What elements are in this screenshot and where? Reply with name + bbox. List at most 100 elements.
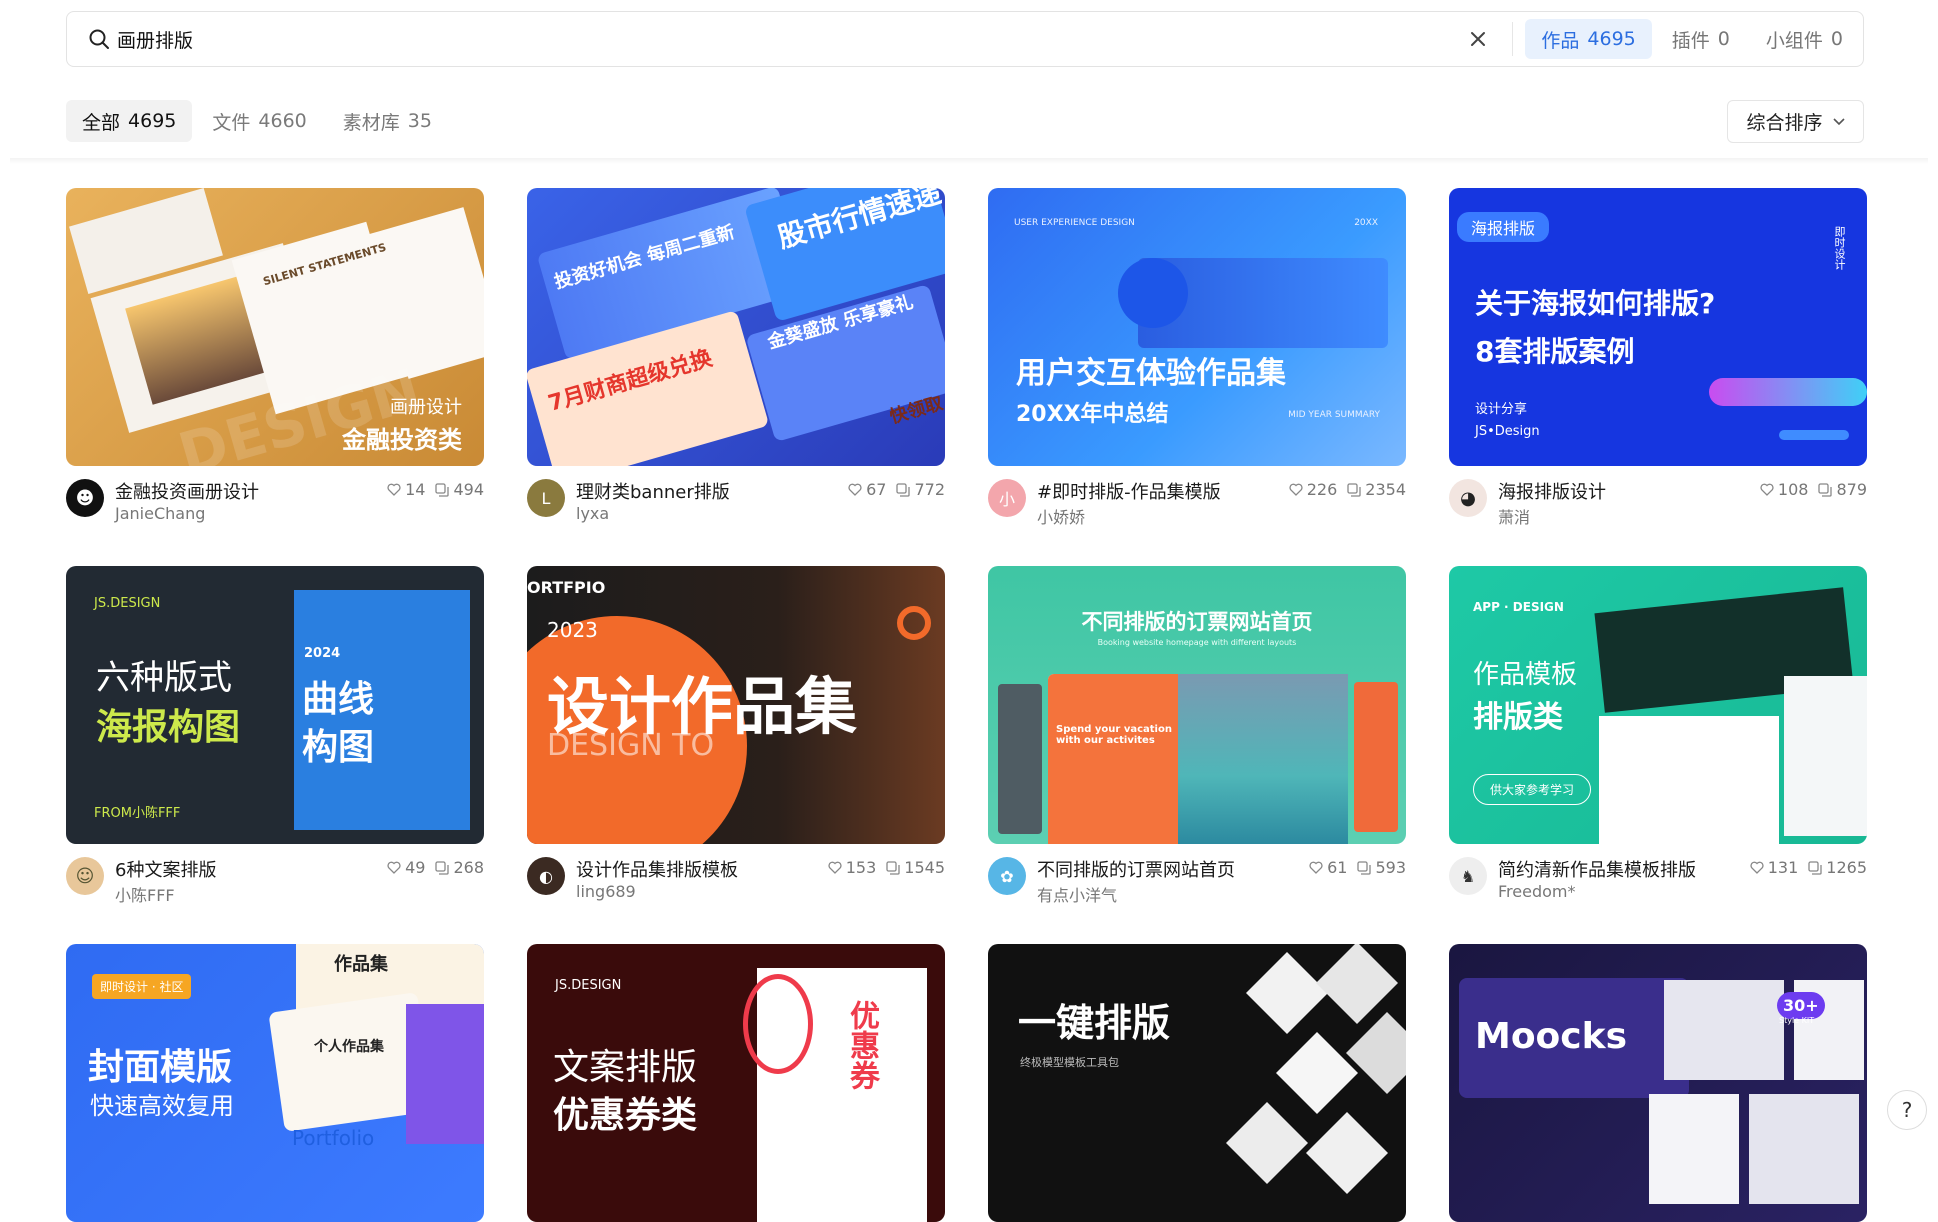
card-3[interactable]: USER EXPERIENCE DESIGN 20XX 用户交互体验作品集 20…	[988, 188, 1406, 528]
like-count[interactable]: 131	[1750, 858, 1798, 877]
card-title[interactable]: #即时排版-作品集模版	[1037, 478, 1221, 504]
scope-tab-plugins[interactable]: 插件 0	[1656, 19, 1746, 59]
thumb-text: 20XX年中总结	[1016, 402, 1169, 427]
like-count[interactable]: 153	[828, 858, 876, 877]
card-6[interactable]: ORTFPIO 2023 设计作品集 DESIGN TO ◐ 设计作品集排版模板…	[527, 566, 945, 904]
card-author[interactable]: 小陈FFF	[115, 882, 175, 906]
card-thumbnail[interactable]: USER EXPERIENCE DESIGN 20XX 用户交互体验作品集 20…	[988, 188, 1406, 466]
avatar[interactable]: ✿	[988, 857, 1026, 895]
thumb-text: Portfolio	[292, 1126, 375, 1150]
sort-dropdown[interactable]: 综合排序	[1727, 100, 1864, 143]
card-title[interactable]: 简约清新作品集模板排版	[1498, 856, 1696, 882]
copy-value: 2354	[1365, 480, 1406, 499]
card-stats: 14 494	[377, 480, 484, 499]
like-count[interactable]: 14	[387, 480, 425, 499]
thumb-text: APP · DESIGN	[1473, 600, 1564, 614]
card-author[interactable]: 萧消	[1498, 504, 1530, 528]
thumb-text: ORTFPIO	[527, 578, 606, 597]
copy-icon	[896, 482, 911, 497]
scope-tab-widgets[interactable]: 小组件 0	[1750, 19, 1859, 59]
avatar[interactable]: ◕	[1449, 479, 1487, 517]
filter-tab-libraries[interactable]: 素材库 35	[327, 100, 448, 142]
card-2[interactable]: 投资好机会 每周二重新 股市行情速递 7月财商超级兑换 金葵盛放 乐享豪礼 快领…	[527, 188, 945, 526]
thumb-text: 金融投资类	[342, 426, 462, 454]
card-title[interactable]: 设计作品集排版模板	[576, 856, 738, 882]
card-thumbnail[interactable]: 不同排版的订票网站首页 Booking website homepage wit…	[988, 566, 1406, 844]
card-8[interactable]: APP · DESIGN 作品模板 排版类 供大家参考学习 ♞ 简约清新作品集模…	[1449, 566, 1867, 904]
card-1[interactable]: SILENT STATEMENTS DESIGN 画册设计 金融投资类 ☻ 金融…	[66, 188, 484, 526]
card-7[interactable]: 不同排版的订票网站首页 Booking website homepage wit…	[988, 566, 1406, 906]
like-count[interactable]: 226	[1289, 480, 1337, 499]
thumb-text: 关于海报如何排版?	[1475, 287, 1716, 320]
thumb-text: DESIGN TO	[547, 728, 715, 763]
like-count[interactable]: 61	[1309, 858, 1347, 877]
filter-tab-files[interactable]: 文件 4660	[196, 100, 322, 142]
card-thumbnail[interactable]: 即时设计 · 社区 封面模版 快速高效复用 作品集 个人作品集 Portfoli…	[66, 944, 484, 1222]
help-label: ?	[1901, 1098, 1913, 1122]
avatar[interactable]: ☻	[66, 479, 104, 517]
like-count[interactable]: 67	[848, 480, 886, 499]
card-thumbnail[interactable]: JS.DESIGN 六种版式 海报构图 FROM小陈FFF 2024 曲线构图	[66, 566, 484, 844]
card-stats: 49 268	[377, 858, 484, 877]
card-author[interactable]: 有点小洋气	[1037, 882, 1117, 906]
card-thumbnail[interactable]: SILENT STATEMENTS DESIGN 画册设计 金融投资类	[66, 188, 484, 466]
card-author[interactable]: ling689	[576, 882, 636, 901]
thumb-text: 个人作品集	[314, 1039, 384, 1055]
card-author[interactable]: lyxa	[576, 504, 609, 523]
copy-value: 494	[453, 480, 484, 499]
avatar[interactable]: 小	[988, 479, 1026, 517]
filter-tab-all[interactable]: 全部 4695	[66, 100, 193, 142]
avatar[interactable]: ☺	[66, 857, 104, 895]
card-12[interactable]: Moocks 30+ Style KIT	[1449, 944, 1867, 1222]
like-value: 49	[405, 858, 426, 877]
card-thumbnail[interactable]: APP · DESIGN 作品模板 排版类 供大家参考学习	[1449, 566, 1867, 844]
card-author[interactable]: JanieChang	[115, 504, 205, 523]
card-thumbnail[interactable]: 投资好机会 每周二重新 股市行情速递 7月财商超级兑换 金葵盛放 乐享豪礼 快领…	[527, 188, 945, 466]
card-thumbnail[interactable]: ORTFPIO 2023 设计作品集 DESIGN TO	[527, 566, 945, 844]
search-input[interactable]	[117, 19, 1459, 59]
card-author[interactable]: 小娇娇	[1037, 504, 1085, 528]
thumb-text: Style KIT	[1779, 1016, 1815, 1025]
card-title[interactable]: 海报排版设计	[1498, 478, 1606, 504]
card-title[interactable]: 金融投资画册设计	[115, 478, 259, 504]
copy-value: 772	[914, 480, 945, 499]
card-title[interactable]: 理财类banner排版	[576, 478, 730, 504]
card-11[interactable]: 一键排版 终极模型模板工具包	[988, 944, 1406, 1222]
scope-tab-works[interactable]: 作品 4695	[1525, 19, 1652, 59]
thumb-text: JS•Design	[1475, 424, 1540, 439]
avatar[interactable]: L	[527, 479, 565, 517]
card-author[interactable]: Freedom*	[1498, 882, 1575, 901]
copy-icon	[886, 860, 900, 875]
card-stats: 153 1545	[818, 858, 945, 877]
like-count[interactable]: 108	[1760, 480, 1808, 499]
copy-icon	[435, 482, 450, 497]
card-title[interactable]: 6种文案排版	[115, 856, 216, 882]
thumb-text: 不同排版的订票网站首页	[1081, 610, 1313, 634]
thumb-text: 优惠券类	[553, 1095, 698, 1136]
close-icon	[1471, 32, 1486, 46]
card-stats: 67 772	[838, 480, 945, 499]
card-thumbnail[interactable]: 一键排版 终极模型模板工具包	[988, 944, 1406, 1222]
heart-icon	[848, 483, 862, 496]
filter-count: 35	[407, 110, 432, 132]
card-9[interactable]: 即时设计 · 社区 封面模版 快速高效复用 作品集 个人作品集 Portfoli…	[66, 944, 484, 1222]
avatar[interactable]: ◐	[527, 857, 565, 895]
card-5[interactable]: JS.DESIGN 六种版式 海报构图 FROM小陈FFF 2024 曲线构图 …	[66, 566, 484, 906]
avatar[interactable]: ♞	[1449, 857, 1487, 895]
help-button[interactable]: ?	[1887, 1090, 1927, 1130]
chevron-down-icon	[1832, 117, 1845, 125]
card-4[interactable]: 海报排版 关于海报如何排版? 8套排版案例 设计分享 JS•Design 即时设…	[1449, 188, 1867, 528]
copy-icon	[1357, 860, 1372, 875]
clear-search-button[interactable]	[1458, 19, 1498, 59]
thumb-text: 即时设计	[1833, 226, 1846, 270]
card-title[interactable]: 不同排版的订票网站首页	[1037, 856, 1235, 882]
card-thumbnail[interactable]: Moocks 30+ Style KIT	[1449, 944, 1867, 1222]
copy-count: 1265	[1808, 858, 1867, 877]
card-thumbnail[interactable]: 海报排版 关于海报如何排版? 8套排版案例 设计分享 JS•Design 即时设…	[1449, 188, 1867, 466]
thumb-text: 文案排版	[553, 1047, 698, 1088]
thumb-text: FROM小陈FFF	[94, 806, 181, 821]
like-count[interactable]: 49	[387, 858, 425, 877]
card-10[interactable]: JS.DESIGN 文案排版 优惠券类 优惠券	[527, 944, 945, 1222]
heart-icon	[828, 861, 842, 874]
card-thumbnail[interactable]: JS.DESIGN 文案排版 优惠券类 优惠券	[527, 944, 945, 1222]
